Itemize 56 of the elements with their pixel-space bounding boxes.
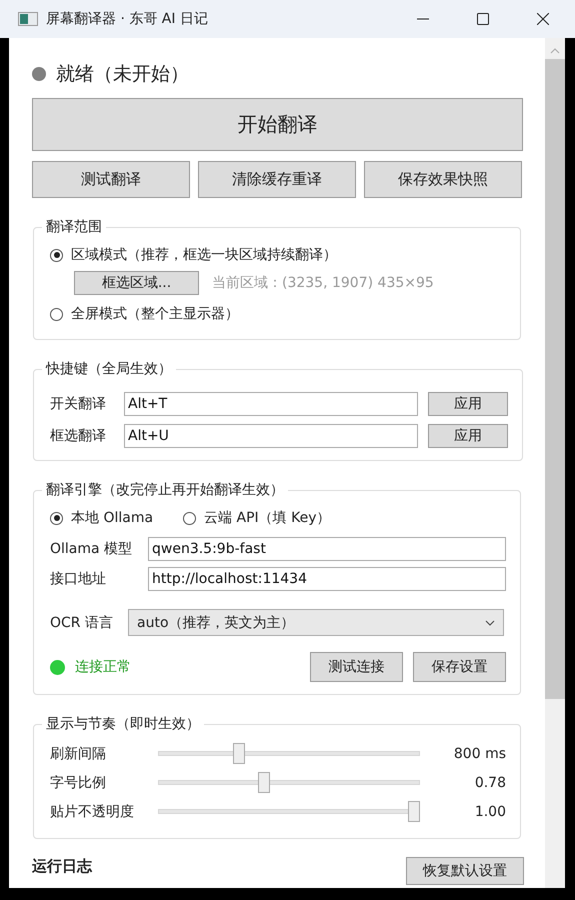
slider-value: 1.00 (474, 804, 506, 820)
radio-option[interactable]: 全屏模式（整个主显示器） (50, 301, 506, 327)
field-label: OCR 语言 (50, 614, 114, 632)
chevron-down-icon (485, 620, 495, 626)
field-label: 框选翻译 (50, 427, 107, 445)
field-label: Ollama 模型 (50, 540, 134, 558)
slider-track[interactable] (158, 772, 420, 793)
group-title: 翻译范围 (45, 218, 103, 236)
slider-track[interactable] (158, 801, 420, 822)
hotkey-field[interactable]: Alt+T (124, 392, 418, 416)
status-text: 就绪（未开始） (56, 62, 189, 87)
slider-value: 800 ms (452, 746, 506, 762)
language-dropdown[interactable]: auto（推荐，英文为主） (128, 609, 504, 636)
input-field[interactable]: http://localhost:11434 (148, 567, 506, 591)
radio-button[interactable] (50, 512, 63, 524)
hotkey-field[interactable]: Alt+U (124, 424, 418, 448)
field-label: 接口地址 (50, 570, 107, 588)
app-icon (18, 12, 38, 26)
slider-track[interactable] (158, 743, 420, 764)
apply-button[interactable]: 应用 (428, 424, 508, 448)
radio-option[interactable]: 云端 API（填 Key） (183, 505, 330, 531)
radio-option[interactable]: 区域模式（推荐，框选一块区域持续翻译） (50, 242, 506, 268)
engine-button[interactable]: 保存设置 (413, 652, 506, 682)
slider-label: 贴片不透明度 (50, 802, 135, 820)
radio-option[interactable]: 本地 Ollama (50, 505, 154, 531)
slider-thumb[interactable] (408, 801, 420, 822)
input-field[interactable]: qwen3.5:9b-fast (148, 537, 506, 561)
radio-button[interactable] (183, 512, 196, 524)
log-title: 运行日志 (32, 857, 92, 876)
action-button[interactable]: 清除缓存重译 (198, 161, 356, 198)
scroll-up-icon[interactable] (550, 48, 560, 54)
action-button[interactable]: 测试翻译 (32, 161, 190, 198)
region-info: 当前区域：(3235, 1907) 435×95 (212, 274, 434, 292)
field-label: 开关翻译 (50, 395, 107, 413)
maximize-icon[interactable] (477, 13, 489, 25)
group-title: 翻译引擎（改完停止再开始翻译生效） (45, 481, 285, 499)
connection-status: 连接正常 (75, 658, 131, 676)
start-button[interactable]: 开始翻译 (32, 98, 523, 151)
scrollbar[interactable] (545, 38, 565, 888)
slider-value: 0.78 (474, 774, 506, 790)
apply-button[interactable]: 应用 (428, 392, 508, 416)
reset-button[interactable]: 恢复默认设置 (406, 857, 524, 885)
group-title: 显示与节奏（即时生效） (45, 715, 201, 733)
slider-label: 字号比例 (50, 774, 107, 792)
slider-thumb[interactable] (233, 743, 245, 764)
slider-thumb[interactable] (258, 772, 270, 793)
slider-label: 刷新间隔 (50, 744, 107, 762)
radio-button[interactable] (50, 248, 63, 262)
engine-button[interactable]: 测试连接 (310, 652, 403, 682)
select-region-button[interactable]: 框选区域... (74, 271, 199, 295)
action-button[interactable]: 保存效果快照 (364, 161, 522, 198)
close-icon[interactable] (537, 13, 549, 25)
window-title: 屏幕翻译器 · 东哥 AI 日记 (46, 10, 208, 28)
radio-button[interactable] (50, 308, 63, 320)
scrollbar-thumb[interactable] (545, 59, 565, 699)
group-title: 快捷键（全局生效） (44, 360, 173, 378)
